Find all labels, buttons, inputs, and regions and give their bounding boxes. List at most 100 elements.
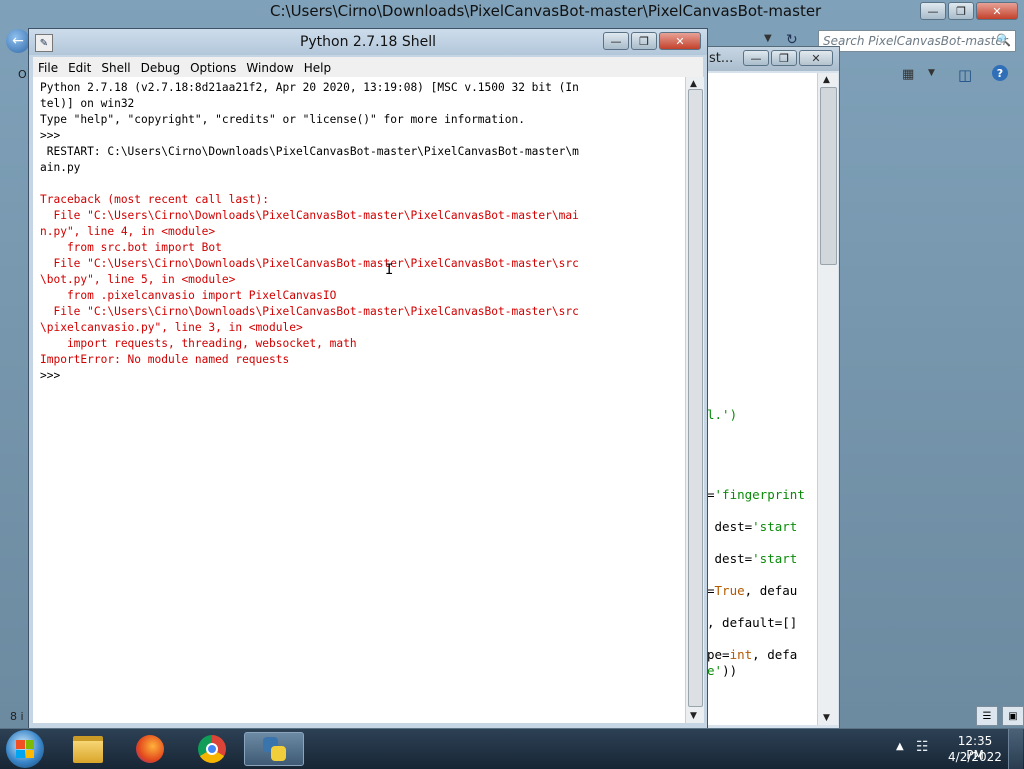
shell-output-area[interactable]: Python 2.7.18 (v2.7.18:8d21aa21f2, Apr 2… (33, 77, 685, 723)
ibeam-cursor-icon: I (385, 262, 394, 278)
code-token: 'fingerprint (714, 487, 805, 502)
editor-close-button[interactable]: ✕ (799, 50, 833, 66)
explorer-view-switcher: ☰ ▣ (976, 706, 1024, 726)
shell-error-line: File "C:\Users\Cirno\Downloads\PixelCanv… (40, 209, 579, 222)
details-view-icon[interactable]: ☰ (976, 706, 998, 726)
code-token: = (707, 487, 715, 502)
taskbar-python-button[interactable] (244, 732, 304, 766)
menu-file[interactable]: File (33, 58, 63, 75)
folder-icon (73, 735, 103, 763)
taskbar-explorer-button[interactable] (58, 732, 118, 766)
network-icon[interactable]: ☷ (916, 739, 929, 755)
editor-code-line: , default=[] (707, 615, 797, 630)
menu-shell[interactable]: Shell (96, 58, 135, 75)
views-dropdown-icon[interactable]: ▼ (928, 68, 935, 78)
explorer-title: C:\Users\Cirno\Downloads\PixelCanvasBot-… (270, 2, 822, 20)
code-token: int (729, 647, 753, 662)
shell-close-button[interactable]: ✕ (659, 32, 701, 50)
python-shell-window: ✎ Python 2.7.18 Shell — ❐ ✕ File Edit Shel… (28, 28, 708, 730)
editor-title: st... (709, 51, 734, 66)
menu-debug[interactable]: Debug (136, 58, 185, 75)
help-icon[interactable]: ? (992, 65, 1008, 81)
shell-error-line: from src.bot import Bot (40, 241, 222, 254)
code-token: dest= (707, 519, 753, 534)
editor-code-area[interactable]: l.') ='fingerprint dest='start dest='star… (707, 73, 817, 725)
menu-edit[interactable]: Edit (63, 58, 96, 75)
editor-window: st... — ❐ ✕ l.') ='fingerprint dest='star… (706, 46, 840, 730)
shell-error-line: from .pixelcanvasio import PixelCanvasIO (40, 289, 337, 302)
taskbar: ▲ ☷ 12:35 PM 4/2/2022 (0, 728, 1024, 769)
shell-error-line: File "C:\Users\Cirno\Downloads\PixelCanv… (40, 305, 579, 318)
shell-output-line: >>> (40, 129, 67, 142)
shell-scroll-up-icon[interactable]: ▲ (690, 79, 697, 89)
shell-scroll-thumb[interactable] (688, 89, 703, 707)
editor-minimize-button[interactable]: — (743, 50, 769, 66)
shell-maximize-button[interactable]: ❐ (631, 32, 657, 50)
code-token: , defa (752, 647, 798, 662)
clock-date[interactable]: 4/2/2022 (948, 750, 1002, 764)
shell-minimize-button[interactable]: — (603, 32, 629, 50)
windows-logo-icon (16, 740, 34, 758)
code-token: , defau (744, 583, 798, 598)
python-icon (260, 735, 288, 763)
large-icons-view-icon[interactable]: ▣ (1002, 706, 1024, 726)
editor-code-line: pe=int, defa (707, 647, 797, 662)
editor-scroll-thumb[interactable] (820, 87, 837, 265)
shell-output-line: tel)] on win32 (40, 97, 135, 110)
editor-maximize-button[interactable]: ❐ (771, 50, 797, 66)
shell-error-line: import requests, threading, websocket, m… (40, 337, 357, 350)
scroll-up-icon[interactable]: ▲ (823, 75, 830, 85)
close-button[interactable]: ✕ (976, 2, 1018, 20)
show-desktop-button[interactable] (1008, 729, 1023, 769)
code-token: dest= (707, 551, 753, 566)
scroll-down-icon[interactable]: ▼ (823, 713, 830, 723)
menu-window[interactable]: Window (241, 58, 298, 75)
explorer-toolbar: ▦ ▼ ◫ ? (838, 58, 1024, 90)
menu-help[interactable]: Help (299, 58, 336, 75)
taskbar-chrome-button[interactable] (182, 732, 242, 766)
editor-scrollbar[interactable]: ▲ ▼ (817, 73, 838, 725)
code-token: True (714, 583, 745, 598)
explorer-title-bar[interactable]: C:\Users\Cirno\Downloads\PixelCanvasBot-… (0, 0, 1024, 24)
minimize-button[interactable]: — (920, 2, 946, 20)
shell-error-line: \pixelcanvasio.py", line 3, in <module> (40, 321, 303, 334)
shell-output-line: Python 2.7.18 (v2.7.18:8d21aa21f2, Apr 2… (40, 81, 579, 94)
start-button[interactable] (6, 730, 44, 768)
shell-output-line: Type "help", "copyright", "credits" or "… (40, 113, 525, 126)
code-token: pe= (707, 647, 730, 662)
shell-output-line: RESTART: C:\Users\Cirno\Downloads\PixelC… (40, 145, 579, 158)
code-token: = (707, 583, 715, 598)
shell-output-line: ain.py (40, 161, 81, 174)
address-dropdown-icon[interactable]: ▼ (764, 33, 772, 44)
chrome-icon (198, 735, 226, 763)
editor-code-line: l.') (707, 407, 737, 422)
code-token: )) (722, 663, 738, 678)
shell-error-line: Traceback (most recent call last): (40, 193, 270, 206)
shell-output-line: >>> (40, 369, 67, 382)
maximize-button[interactable]: ❐ (948, 2, 974, 20)
shell-error-line: ImportError: No module named requests (40, 353, 290, 366)
shell-scrollbar[interactable]: ▲ ▼ (685, 77, 704, 723)
nav-pane-label: O (18, 68, 27, 81)
shell-title-bar[interactable]: ✎ Python 2.7.18 Shell — ❐ ✕ (29, 29, 707, 55)
code-token: 'start (752, 551, 798, 566)
editor-title-bar[interactable]: st... — ❐ ✕ (707, 47, 839, 71)
preview-pane-icon[interactable]: ◫ (958, 66, 972, 84)
show-hidden-icons-icon[interactable]: ▲ (896, 741, 904, 752)
menu-options[interactable]: Options (185, 58, 241, 75)
shell-output: Python 2.7.18 (v2.7.18:8d21aa21f2, Apr 2… (33, 77, 685, 384)
search-placeholder: Search PixelCanvasBot-master (823, 34, 1008, 48)
taskbar-firefox-button[interactable] (120, 732, 180, 766)
code-token: , default=[] (707, 615, 798, 630)
change-view-icon[interactable]: ▦ (902, 67, 914, 82)
shell-error-line: \bot.py", line 5, in <module> (40, 273, 236, 286)
back-button[interactable]: ← (6, 29, 30, 53)
shell-scroll-down-icon[interactable]: ▼ (690, 711, 697, 721)
back-arrow-icon: ← (12, 33, 24, 49)
firefox-icon (136, 735, 164, 763)
shell-menu-bar: File Edit Shell Debug Options Window Help (33, 57, 703, 77)
explorer-nav-pane: O (0, 62, 28, 712)
shell-error-line: n.py", line 4, in <module> (40, 225, 216, 238)
search-input[interactable]: Search PixelCanvasBot-master 🔍 (818, 30, 1016, 52)
editor-code-line: =True, defau (707, 583, 797, 598)
